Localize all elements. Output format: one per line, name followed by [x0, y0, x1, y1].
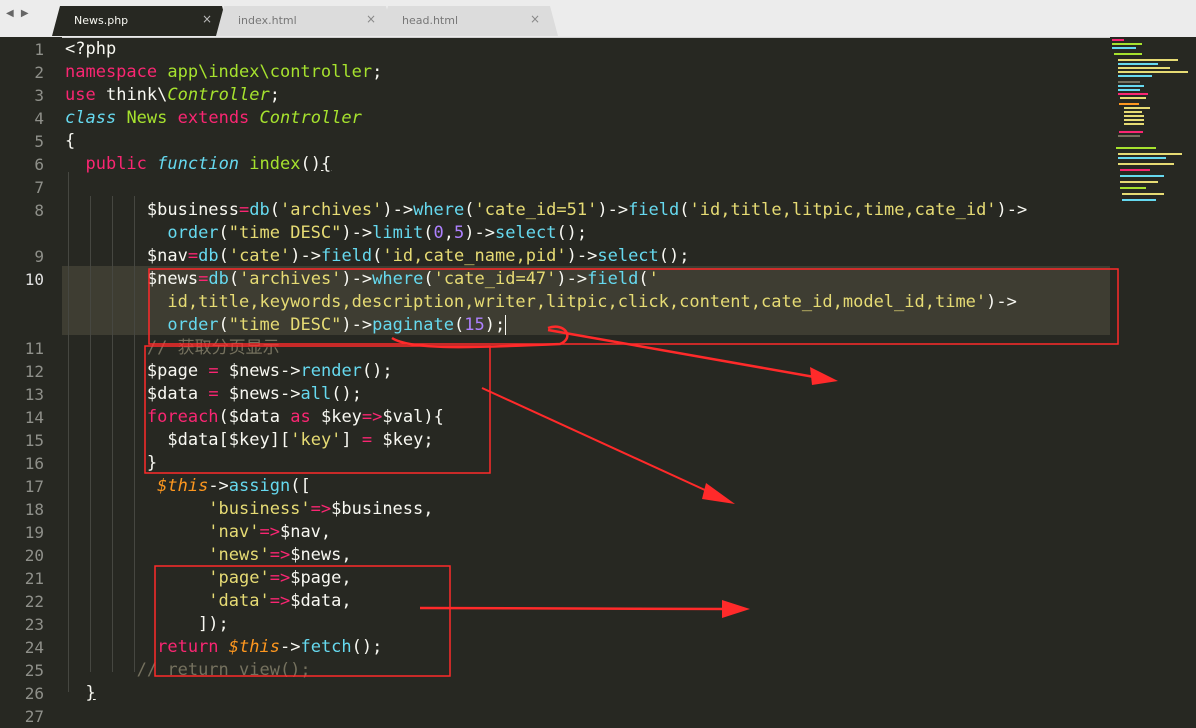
minimap-line: [1118, 157, 1166, 159]
minimap-line: [1112, 39, 1124, 41]
tab-bar: ◀ ▶ News.php × index.html × head.html ×: [0, 0, 1196, 38]
minimap-line: [1120, 175, 1164, 177]
code-line: // return view();: [136, 660, 311, 680]
minimap-line: [1118, 153, 1182, 155]
code-line: 'nav'=>$nav,: [208, 522, 332, 542]
code-line: 'business'=>$business,: [208, 499, 434, 519]
minimap-line: [1120, 97, 1146, 99]
minimap-line: [1120, 169, 1150, 171]
minimap-line: [1120, 181, 1158, 183]
code-line: <?php: [65, 39, 117, 59]
code-line: ]);: [65, 614, 229, 634]
code-line: $page = $news->render();: [146, 361, 393, 381]
close-icon[interactable]: ×: [366, 12, 376, 26]
code-line: // 获取分页显示: [146, 338, 280, 358]
minimap-line: [1118, 67, 1170, 69]
close-icon[interactable]: ×: [530, 12, 540, 26]
minimap-line: [1118, 59, 1178, 61]
minimap-line: [1124, 115, 1144, 117]
minimap-line: [1119, 103, 1139, 105]
minimap-line: [1114, 53, 1142, 55]
tab-label: head.html: [402, 14, 459, 27]
code-line: $data[$key]['key'] = $key;: [167, 430, 434, 450]
code-line: $this->assign([: [157, 476, 311, 496]
code-line: return $this->fetch();: [157, 637, 383, 657]
code-line: $business=db('archives')->where('cate_id…: [146, 200, 1028, 220]
code-line: 'news'=>$news,: [208, 545, 352, 565]
text-cursor: [505, 315, 507, 335]
code-line: }: [85, 683, 96, 703]
minimap-line: [1118, 81, 1140, 83]
code-line: public function index(){: [85, 154, 332, 174]
minimap-line: [1112, 47, 1136, 49]
minimap-line: [1112, 43, 1142, 45]
tab-label: index.html: [238, 14, 297, 27]
minimap-line: [1118, 63, 1158, 65]
code-line: class News extends Controller: [65, 108, 362, 128]
code-line: foreach($data as $key=>$val){: [146, 407, 444, 427]
minimap-line: [1119, 131, 1143, 133]
minimap-line: [1124, 123, 1144, 125]
minimap[interactable]: [1110, 37, 1196, 721]
minimap-line: [1122, 199, 1156, 201]
code-editor[interactable]: <?php namespace app\index\controller; us…: [0, 37, 1110, 721]
minimap-line: [1118, 75, 1152, 77]
code-line: order("time DESC")->limit(0,5)->select()…: [167, 223, 588, 243]
minimap-line: [1118, 163, 1174, 165]
minimap-line: [1124, 107, 1150, 109]
code-line: $data = $news->all();: [146, 384, 362, 404]
code-line: 'data'=>$data,: [208, 591, 352, 611]
minimap-line: [1122, 193, 1164, 195]
code-line: {: [65, 131, 76, 151]
code-line: namespace app\index\controller;: [65, 62, 383, 82]
code-line: $news=db('archives')->where('cate_id=47'…: [146, 269, 659, 289]
code-line: 'page'=>$page,: [208, 568, 352, 588]
minimap-line: [1124, 119, 1144, 121]
tab-head-html[interactable]: head.html ×: [380, 6, 558, 36]
code-line: $nav=db('cate')->field('id,cate_name,pid…: [146, 246, 690, 266]
minimap-line: [1116, 147, 1156, 149]
minimap-line: [1124, 111, 1142, 113]
minimap-line: [1118, 93, 1148, 95]
code-line: order("time DESC")->paginate(15);: [167, 315, 507, 335]
minimap-line: [1118, 71, 1188, 73]
minimap-line: [1118, 135, 1140, 137]
tab-index-html[interactable]: index.html ×: [216, 6, 394, 36]
code-line: id,title,keywords,description,writer,lit…: [167, 292, 1017, 312]
code-line: }: [65, 453, 158, 473]
minimap-line: [1118, 89, 1140, 91]
code-line: use think\Controller;: [65, 85, 280, 105]
close-icon[interactable]: ×: [202, 12, 212, 26]
tab-label: News.php: [74, 14, 129, 27]
tab-news-php[interactable]: News.php ×: [52, 6, 230, 36]
minimap-line: [1118, 85, 1144, 87]
minimap-line: [1120, 187, 1146, 189]
tab-nav-arrows-icon[interactable]: ◀ ▶: [6, 8, 31, 19]
